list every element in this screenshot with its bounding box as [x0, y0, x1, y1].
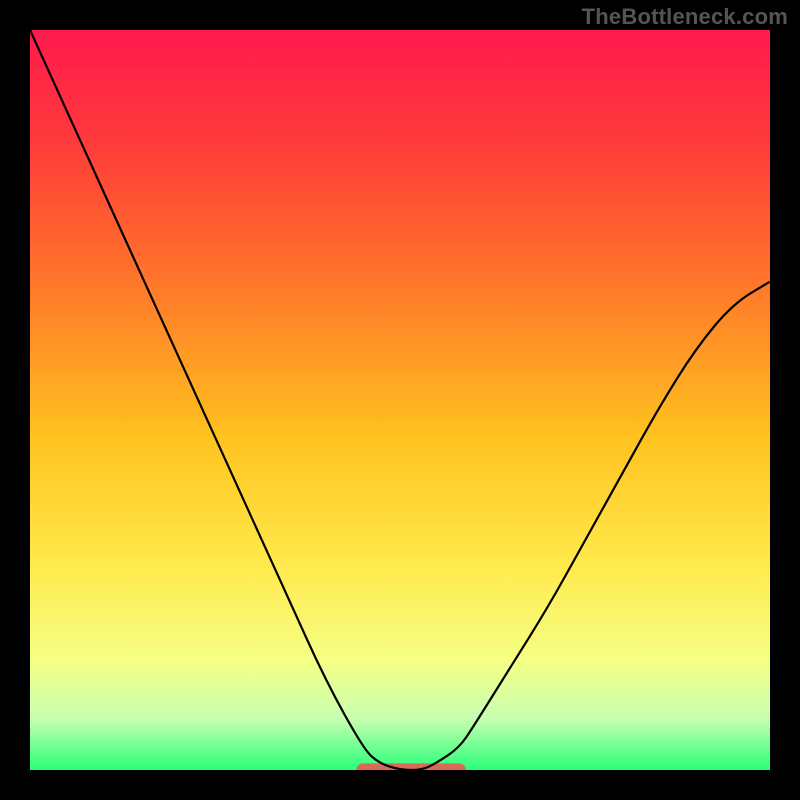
- chart-frame: TheBottleneck.com: [0, 0, 800, 800]
- bottleneck-chart: [0, 0, 800, 800]
- watermark-text: TheBottleneck.com: [582, 4, 788, 30]
- gradient-background: [30, 30, 770, 770]
